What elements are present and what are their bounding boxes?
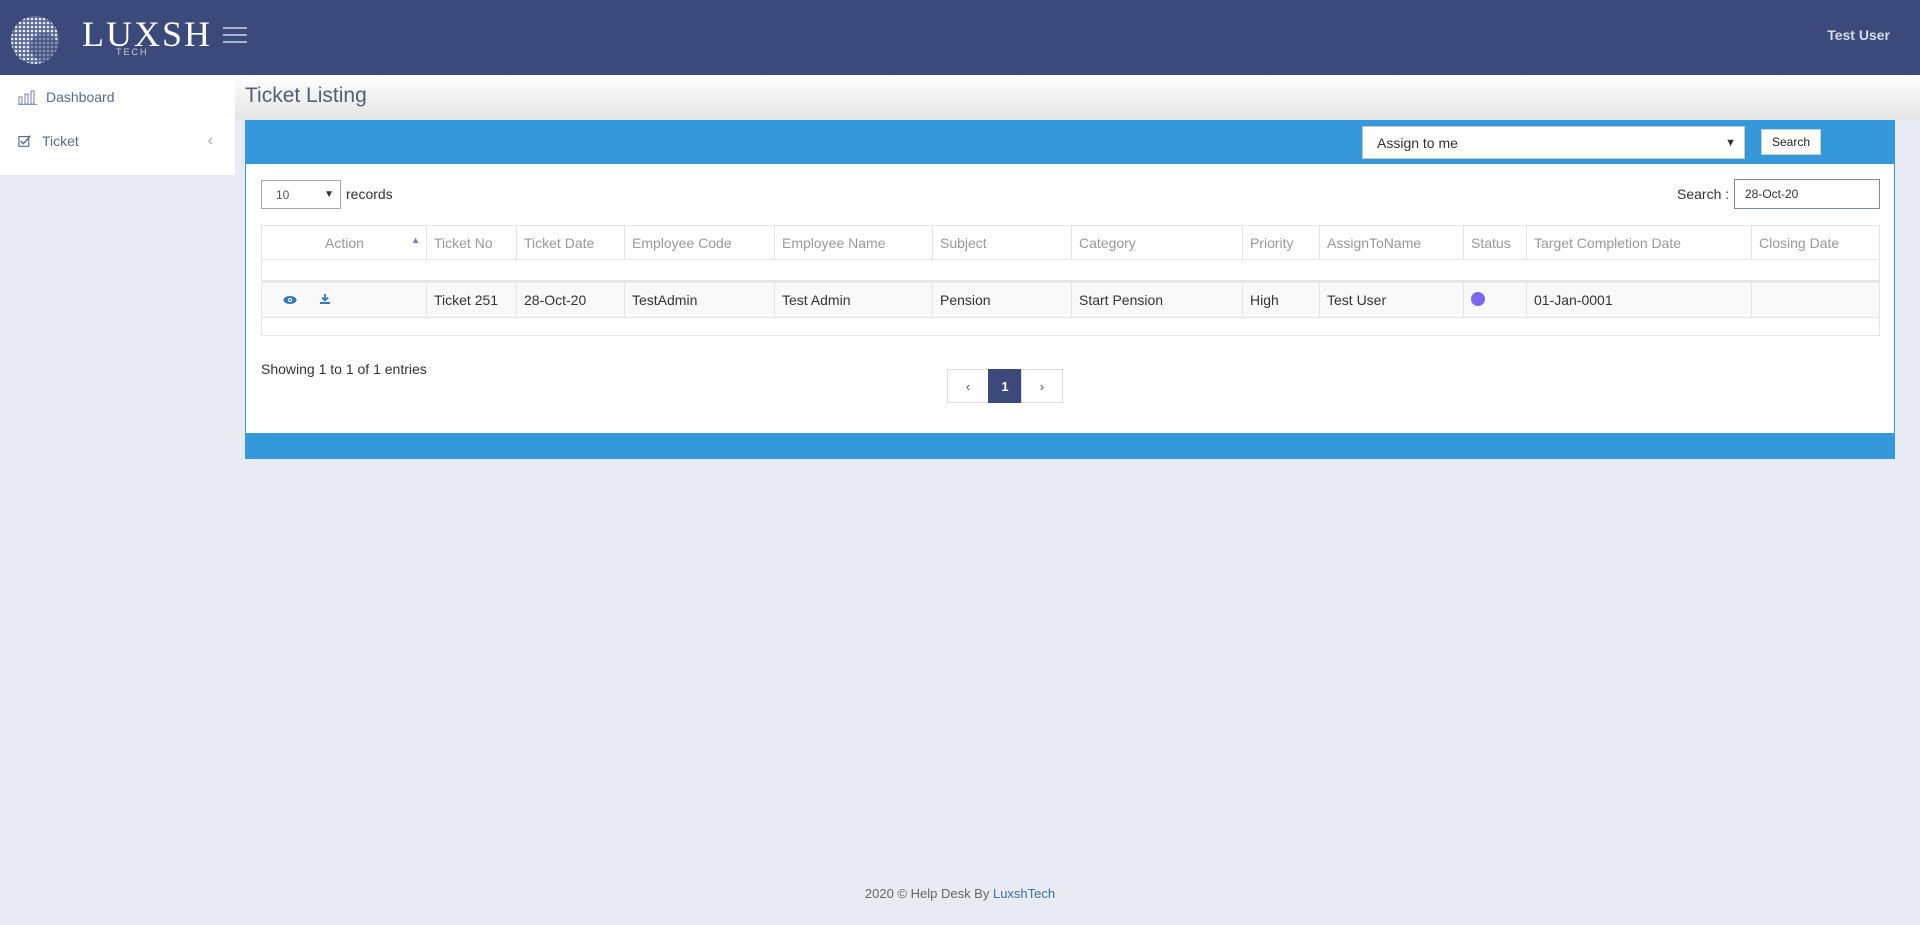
page-length-select[interactable]: 10 ▼ [261,180,341,209]
assign-filter-select[interactable]: Assign to me ▼ [1362,126,1745,159]
chevron-down-icon: ▼ [1725,136,1736,149]
sidebar-item-label: Ticket [42,133,79,149]
ticket-no-cell: Ticket 251 [426,281,517,318]
ticket-panel: Assign to me ▼ Search 10 ▼ records Searc… [245,120,1895,459]
page-header: Ticket Listing [235,75,1920,120]
assign-filter-value: Assign to me [1377,134,1458,151]
sidebar-item-dashboard[interactable]: Dashboard [0,75,235,119]
col-header-priority[interactable]: Priority [1242,225,1320,260]
col-header-status[interactable]: Status [1463,225,1527,260]
status-dot [1471,291,1485,306]
table-spacer-row [261,259,1880,283]
col-header-employee-code[interactable]: Employee Code [624,225,775,260]
chevron-left-icon: ‹ [207,132,213,149]
menu-toggle-icon[interactable] [223,27,247,47]
col-header-employee-name[interactable]: Employee Name [774,225,933,260]
table-header-row: Action ▲ Ticket No Ticket Date Employee … [261,225,1880,260]
view-eye-icon[interactable] [283,293,297,308]
status-cell [1463,281,1527,318]
previous-page-button[interactable]: ‹ [947,369,989,403]
action-cell [261,281,427,318]
chevron-down-icon: ▼ [324,189,334,200]
logo-subtext: TECH [116,47,149,57]
table-search-label: Search : [1677,186,1730,202]
col-header-subject[interactable]: Subject [932,225,1072,260]
employee-code-cell: TestAdmin [624,281,775,318]
filter-search-button[interactable]: Search [1761,129,1821,155]
top-navbar: LUXSH TECH Test User [0,0,1920,75]
assign-to-cell: Test User [1319,281,1464,318]
user-menu[interactable]: Test User [1827,27,1890,43]
col-header-target-date[interactable]: Target Completion Date [1526,225,1752,260]
closing-date-cell [1751,281,1880,318]
category-cell: Start Pension [1071,281,1243,318]
col-header-closing-date[interactable]: Closing Date [1751,225,1880,260]
col-header-category[interactable]: Category [1071,225,1243,260]
logo-sphere-icon [11,15,59,64]
sort-asc-icon: ▲ [411,235,420,245]
employee-name-cell: Test Admin [774,281,933,318]
download-icon[interactable] [319,293,331,308]
footer-brand-link[interactable]: LuxshTech [993,886,1055,901]
ticket-table: Action ▲ Ticket No Ticket Date Employee … [261,225,1880,336]
priority-cell: High [1242,281,1320,318]
bar-chart-icon [18,90,37,105]
col-header-assign-to[interactable]: AssignToName [1319,225,1464,260]
table-info: Showing 1 to 1 of 1 entries [261,361,427,377]
col-header-ticket-no[interactable]: Ticket No [426,225,517,260]
footer-text: 2020 © Help Desk By [864,886,993,901]
page-1-button[interactable]: 1 [988,369,1022,403]
page-title: Ticket Listing [245,84,367,107]
subject-cell: Pension [932,281,1072,318]
sidebar-item-ticket[interactable]: Ticket ‹ [0,119,235,163]
pagination: ‹ 1 › [947,369,1063,403]
page-footer: 2020 © Help Desk By LuxshTech [0,886,1920,901]
target-date-cell: 01-Jan-0001 [1526,281,1752,318]
col-header-ticket-date[interactable]: Ticket Date [516,225,625,260]
panel-footer-bar [245,433,1895,459]
sidebar-item-label: Dashboard [46,89,115,105]
records-label: records [346,186,393,202]
table-footer-row [261,317,1880,336]
next-page-button[interactable]: › [1021,369,1063,403]
table-row: Ticket 251 28-Oct-20 TestAdmin Test Admi… [261,281,1880,318]
page-length-value: 10 [276,187,290,202]
col-header-action[interactable]: Action ▲ [261,225,427,260]
filter-bar: Assign to me ▼ Search [246,121,1894,164]
checkbox-icon [18,135,31,147]
logo[interactable]: LUXSH TECH [0,0,235,75]
sidebar: Dashboard Ticket ‹ [0,75,235,175]
table-search-input[interactable]: 28-Oct-20 [1734,179,1880,209]
ticket-date-cell: 28-Oct-20 [516,281,625,318]
